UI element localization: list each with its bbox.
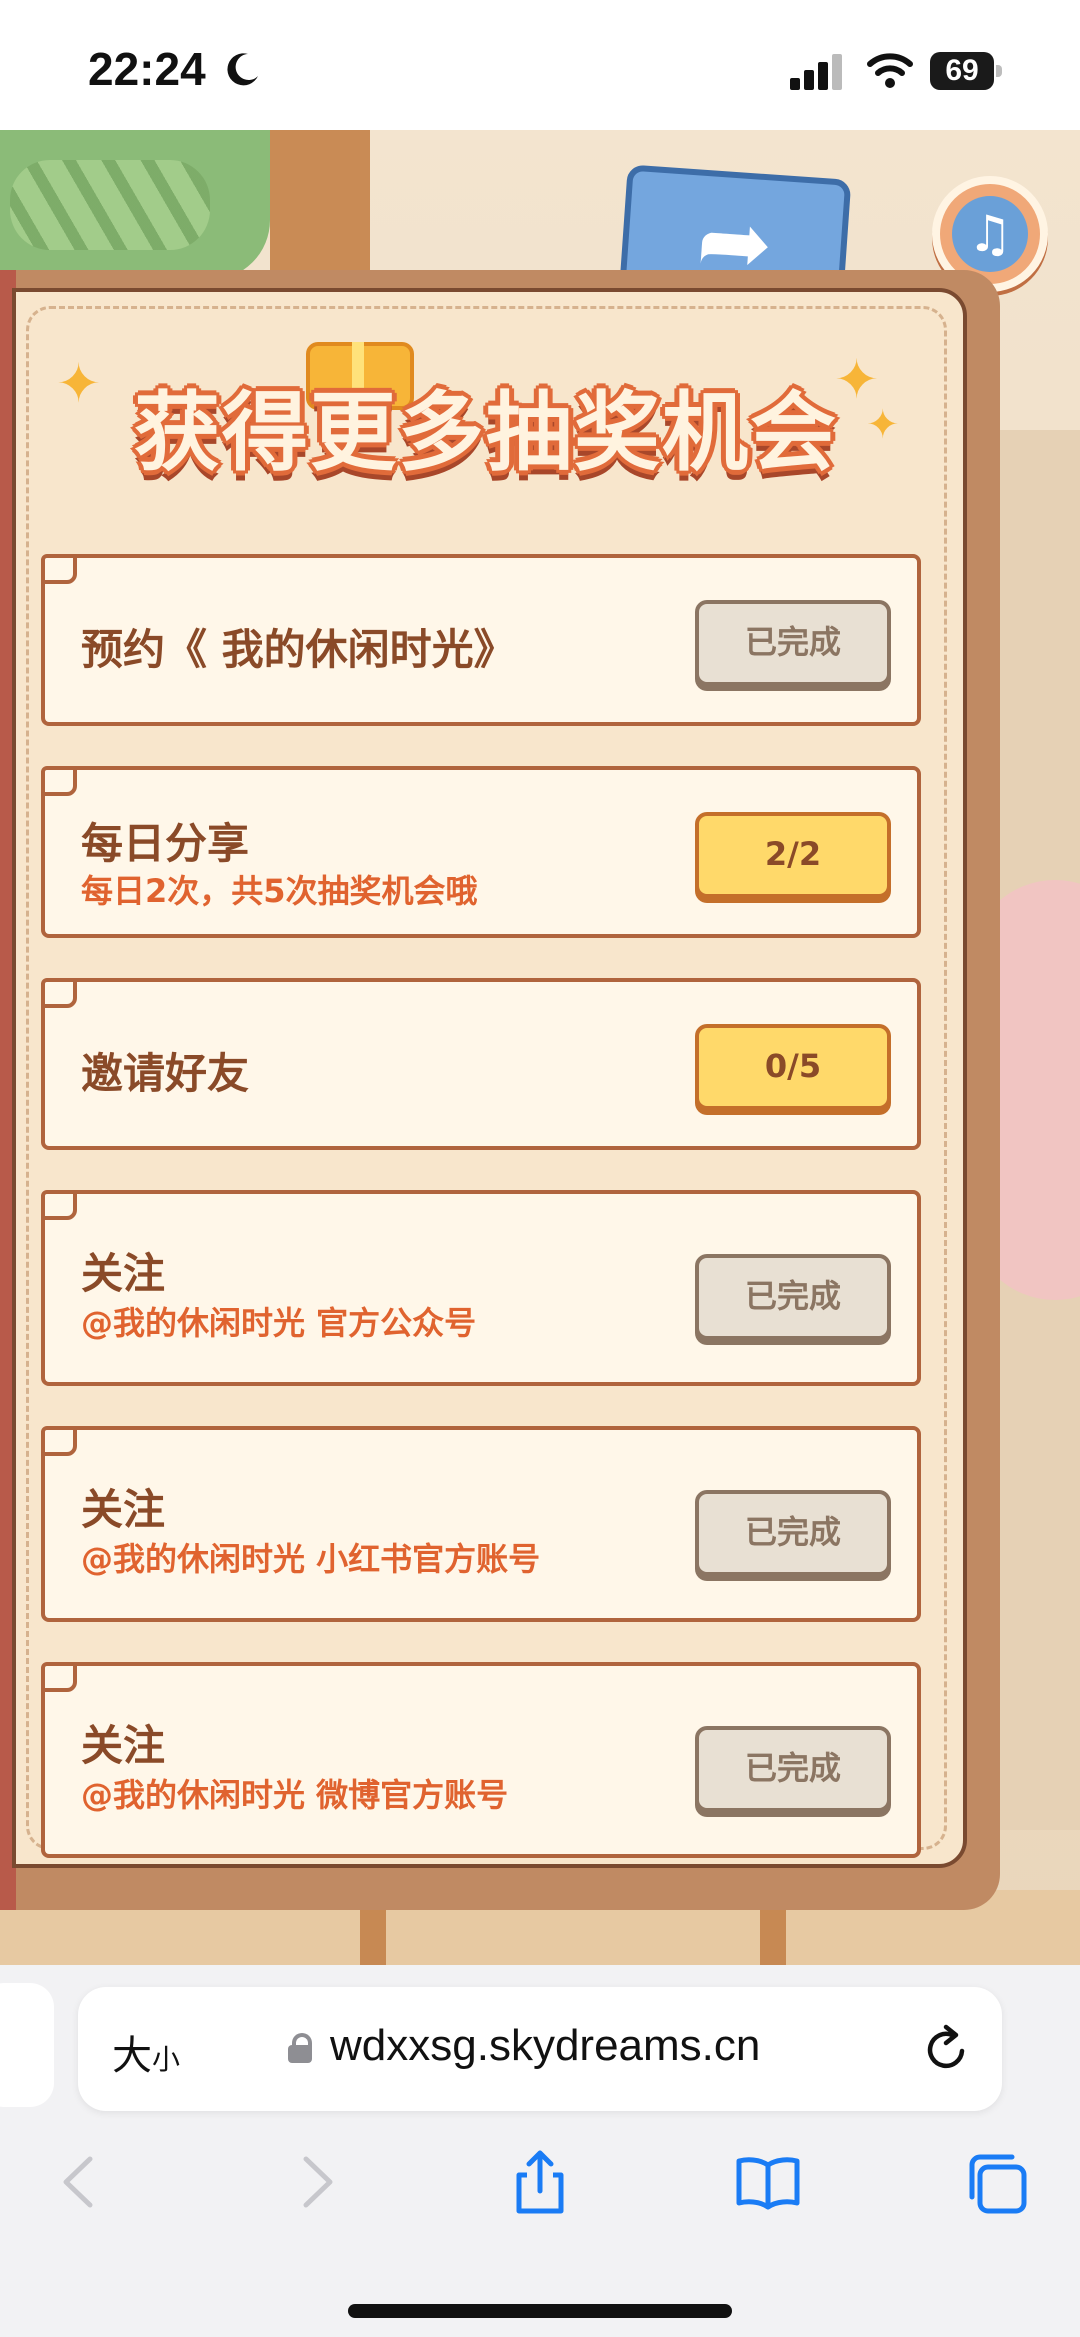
task-title: 邀请好友 bbox=[81, 1049, 250, 1098]
battery-indicator: 69 bbox=[930, 52, 1004, 90]
task-card-invite: 邀请好友 0/5 bbox=[41, 978, 921, 1150]
task-progress-button[interactable]: 0/5 bbox=[695, 1024, 891, 1110]
task-subtitle: 每日2次，共5次抽奖机会哦 bbox=[81, 872, 478, 910]
task-title: 关注 bbox=[81, 1721, 166, 1770]
address-bar[interactable]: 大小 wdxxsg.skydreams.cn bbox=[78, 1987, 1002, 2111]
task-card-follow-wechat: 关注 @我的休闲时光 官方公众号 已完成 bbox=[41, 1190, 921, 1386]
task-subtitle: @我的休闲时光 小红书官方账号 bbox=[81, 1540, 541, 1578]
home-indicator[interactable] bbox=[348, 2304, 732, 2318]
text-size-large-label: 大 bbox=[112, 2033, 152, 2079]
lock-icon bbox=[288, 2033, 312, 2063]
reload-icon[interactable] bbox=[916, 2019, 976, 2079]
task-card-daily-share: 每日分享 每日2次，共5次抽奖机会哦 2/2 bbox=[41, 766, 921, 938]
cellular-signal-icon bbox=[790, 54, 842, 90]
plant-decoration bbox=[0, 130, 270, 280]
task-progress-button[interactable]: 2/2 bbox=[695, 812, 891, 898]
task-status-button[interactable]: 已完成 bbox=[695, 1254, 891, 1340]
forward-icon[interactable] bbox=[280, 2147, 350, 2217]
url-text: wdxxsg.skydreams.cn bbox=[330, 2021, 761, 2070]
share-icon[interactable] bbox=[505, 2147, 575, 2217]
tabs-icon[interactable] bbox=[962, 2147, 1032, 2217]
back-icon[interactable] bbox=[46, 2147, 116, 2217]
moon-icon bbox=[227, 53, 258, 86]
clock: 22:24 bbox=[88, 43, 206, 95]
task-title: 每日分享 bbox=[81, 819, 250, 868]
text-size-small-label: 小 bbox=[152, 2043, 181, 2076]
task-status-button[interactable]: 已完成 bbox=[695, 600, 891, 686]
battery-level: 69 bbox=[945, 54, 979, 87]
wifi-icon bbox=[867, 53, 913, 88]
task-title: 关注 bbox=[81, 1249, 166, 1298]
browser-toolbar: 大小 wdxxsg.skydreams.cn bbox=[0, 1965, 1080, 2337]
task-card-follow-xiaohongshu: 关注 @我的休闲时光 小红书官方账号 已完成 bbox=[41, 1426, 921, 1622]
panel-title: 获得更多抽奖机会 bbox=[134, 383, 838, 483]
bookmarks-icon[interactable] bbox=[733, 2147, 803, 2217]
status-bar: 22:24 69 bbox=[0, 0, 1080, 130]
task-card-reserve: 预约《 我的休闲时光》 已完成 bbox=[41, 554, 921, 726]
music-note-icon: ♫ bbox=[967, 205, 1013, 263]
task-card-follow-weibo: 关注 @我的休闲时光 微博官方账号 已完成 bbox=[41, 1662, 921, 1858]
previous-tab-preview[interactable] bbox=[0, 1983, 54, 2107]
tasks-panel: ✦ ✦ ✦ 获得更多抽奖机会 预约《 我的休闲时光》 已完成 每日分享 每日2次… bbox=[12, 288, 967, 1868]
task-subtitle: @我的休闲时光 微博官方账号 bbox=[81, 1776, 509, 1814]
task-status-button[interactable]: 已完成 bbox=[695, 1726, 891, 1812]
task-subtitle: @我的休闲时光 官方公众号 bbox=[81, 1304, 477, 1342]
task-title: 预约《 我的休闲时光》 bbox=[81, 625, 516, 674]
text-size-button[interactable]: 大小 bbox=[112, 2023, 180, 2081]
task-title: 关注 bbox=[81, 1485, 166, 1534]
task-status-button[interactable]: 已完成 bbox=[695, 1490, 891, 1576]
